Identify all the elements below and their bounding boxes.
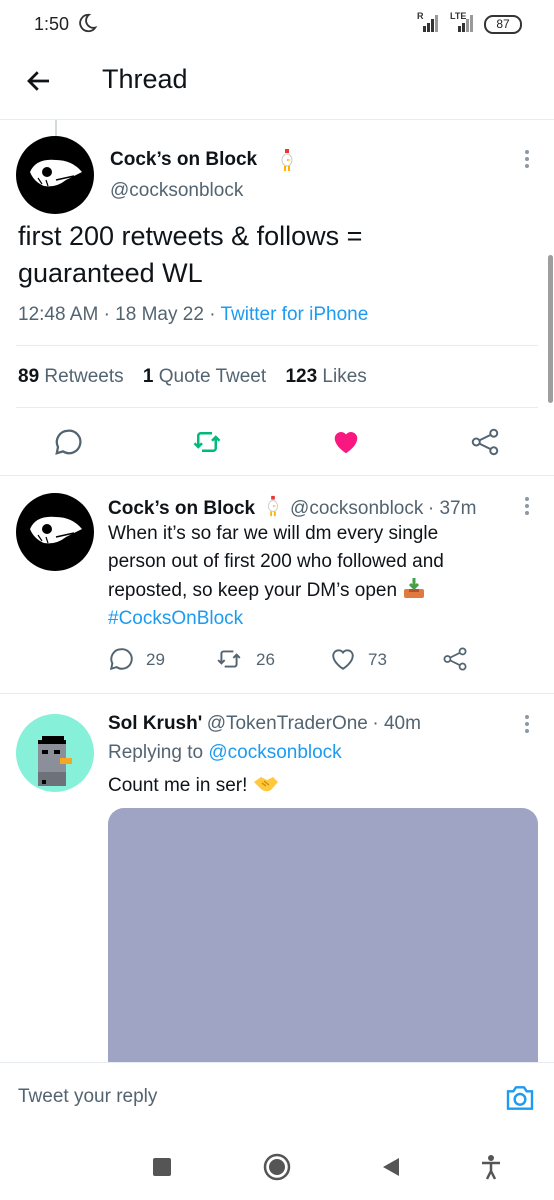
retweet-icon[interactable] bbox=[192, 427, 222, 457]
reply-header: Cock’s on Block @cocksonblock · 37m bbox=[108, 495, 476, 520]
more-options-icon[interactable] bbox=[520, 148, 534, 170]
home-button-icon[interactable] bbox=[262, 1152, 292, 1182]
likes-stat[interactable]: 123 Likes bbox=[285, 366, 366, 387]
accessibility-icon[interactable] bbox=[480, 1154, 502, 1180]
hashtag-link[interactable]: #CocksOnBlock bbox=[108, 605, 538, 633]
quotes-stat[interactable]: 1 Quote Tweet bbox=[143, 366, 266, 387]
reply-count: 29 bbox=[146, 650, 165, 669]
avatar-tokentraderone[interactable] bbox=[16, 714, 94, 792]
lte-signal-icon bbox=[458, 15, 473, 32]
author-handle[interactable]: @TokenTraderOne bbox=[207, 713, 368, 734]
reply-icon[interactable] bbox=[108, 646, 134, 672]
like-icon[interactable] bbox=[330, 646, 356, 672]
do-not-disturb-icon bbox=[79, 13, 98, 33]
reply-text: When it’s so far we will dm every single… bbox=[108, 520, 538, 633]
separator: · bbox=[209, 304, 221, 325]
reply-header: Sol Krush' @TokenTraderOne · 40m bbox=[108, 713, 421, 735]
tweet-source-link[interactable]: Twitter for iPhone bbox=[220, 304, 368, 325]
status-time: 1:50 bbox=[34, 14, 70, 34]
author-name[interactable]: Cock’s on Block bbox=[110, 149, 257, 171]
more-options-icon[interactable] bbox=[520, 495, 534, 517]
reply-icon[interactable] bbox=[53, 427, 83, 457]
retweets-stat[interactable]: 89 Retweets bbox=[18, 366, 124, 387]
divider bbox=[0, 119, 554, 120]
avatar-cocksonblock[interactable] bbox=[16, 136, 94, 214]
tweet-text-line: first 200 retweets & follows = bbox=[18, 221, 363, 251]
divider bbox=[0, 475, 554, 476]
scrollbar[interactable] bbox=[548, 255, 553, 403]
chicken-emoji-icon bbox=[281, 149, 293, 171]
quotes-label: Quote Tweet bbox=[158, 366, 267, 387]
retweet-icon[interactable] bbox=[216, 646, 242, 672]
separator: · bbox=[372, 713, 384, 734]
replying-to-link[interactable]: @cocksonblock bbox=[208, 742, 341, 763]
divider bbox=[0, 693, 554, 694]
cell-signal-icon bbox=[423, 15, 438, 32]
handshake-emoji-icon bbox=[253, 777, 278, 792]
share-icon[interactable] bbox=[442, 646, 468, 672]
skull-logo-icon bbox=[30, 159, 82, 187]
retweets-count: 89 bbox=[18, 366, 40, 387]
recents-button-icon[interactable] bbox=[153, 1158, 171, 1176]
avatar-cocksonblock[interactable] bbox=[16, 493, 94, 571]
reply-input[interactable]: Tweet your reply bbox=[18, 1086, 157, 1108]
back-button-icon[interactable] bbox=[380, 1156, 402, 1178]
reply-text: Count me in ser! bbox=[108, 772, 279, 800]
tweet-age: 40m bbox=[383, 713, 421, 734]
author-name[interactable]: Cock’s on Block bbox=[108, 498, 255, 519]
author-handle[interactable]: @cocksonblock bbox=[290, 498, 423, 519]
reply-text-line: When it’s so far we will dm every single bbox=[108, 523, 439, 544]
separator: · bbox=[103, 304, 116, 325]
reply-text-content: Count me in ser! bbox=[108, 775, 248, 796]
tweet-age: 37m bbox=[439, 498, 477, 519]
share-icon[interactable] bbox=[470, 427, 500, 457]
retweets-label: Retweets bbox=[44, 366, 124, 387]
tweet-text-line: guaranteed WL bbox=[18, 258, 203, 288]
app-bar bbox=[0, 50, 554, 120]
like-icon[interactable] bbox=[331, 427, 361, 457]
media-image[interactable] bbox=[108, 808, 538, 1098]
tweet-stats: 89 Retweets 1 Quote Tweet 123 Likes bbox=[18, 366, 381, 388]
separator: · bbox=[427, 498, 440, 519]
battery-indicator: 87 bbox=[484, 15, 522, 34]
like-count: 73 bbox=[368, 650, 387, 669]
reply-text-line-content: reposted, so keep your DM’s open bbox=[108, 580, 398, 601]
inbox-tray-emoji-icon bbox=[404, 578, 425, 598]
author-handle[interactable]: @cocksonblock bbox=[110, 180, 243, 202]
tweet-time: 12:48 AM bbox=[18, 304, 99, 325]
page-title: Thread bbox=[102, 64, 188, 94]
pixel-punk-icon bbox=[38, 736, 72, 786]
back-arrow-icon[interactable] bbox=[24, 66, 54, 96]
skull-logo-icon bbox=[30, 516, 82, 544]
replying-to-prefix: Replying to bbox=[108, 742, 204, 763]
divider bbox=[16, 345, 538, 346]
tweet-text: first 200 retweets & follows = guarantee… bbox=[18, 218, 518, 292]
tweet-meta: 12:48 AM · 18 May 22 · Twitter for iPhon… bbox=[18, 304, 368, 326]
likes-label: Likes bbox=[322, 366, 367, 387]
quotes-count: 1 bbox=[142, 366, 154, 387]
author-name[interactable]: Sol Krush' bbox=[108, 713, 202, 734]
tweet-date: 18 May 22 bbox=[115, 304, 204, 325]
reply-text-line: reposted, so keep your DM’s open bbox=[108, 576, 538, 605]
camera-icon[interactable] bbox=[504, 1082, 536, 1114]
likes-count: 123 bbox=[285, 366, 318, 387]
divider bbox=[16, 407, 538, 408]
replying-to: Replying to @cocksonblock bbox=[108, 742, 342, 764]
retweet-count: 26 bbox=[256, 650, 275, 669]
reply-text-line: person out of first 200 who followed and bbox=[108, 551, 444, 572]
more-options-icon[interactable] bbox=[520, 713, 534, 735]
chicken-emoji-icon bbox=[267, 495, 278, 517]
